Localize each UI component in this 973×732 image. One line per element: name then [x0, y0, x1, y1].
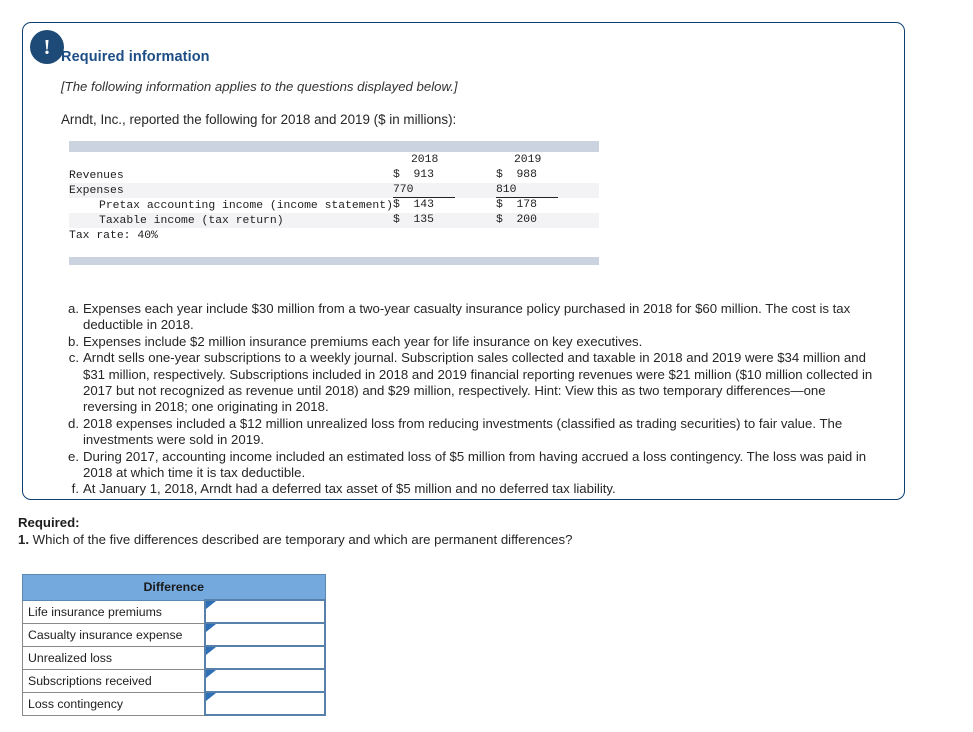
table-top-band — [69, 141, 599, 152]
dropdown-marker-icon — [206, 601, 216, 609]
dropdown-marker-icon — [206, 693, 216, 701]
fin-value: $ 988 — [495, 169, 537, 181]
table-row: Life insurance premiums — [22, 599, 326, 624]
list-item-text: During 2017, accounting income included … — [83, 448, 867, 481]
fin-col-2019: 2019 — [513, 154, 542, 166]
exclamation-icon: ! — [30, 30, 64, 64]
table-row: Unrealized loss — [22, 645, 326, 670]
fin-row-2018: 770 — [392, 183, 496, 198]
list-item: c. Arndt sells one-year subscriptions to … — [61, 350, 874, 416]
answer-dropdown-cell[interactable] — [204, 668, 326, 693]
fin-row-2018: $ 143 — [393, 198, 496, 213]
required-label: Required: — [18, 515, 80, 530]
question-text: Which of the five differences described … — [32, 532, 573, 547]
list-item: a. Expenses each year include $30 million… — [61, 301, 874, 334]
list-item-text: Expenses include $2 million insurance pr… — [83, 333, 643, 349]
table-row: Tax rate: 40% — [69, 228, 599, 243]
dropdown-marker-icon — [206, 624, 216, 632]
answer-dropdown-cell[interactable] — [204, 622, 326, 647]
fin-row-2018: $ 135 — [392, 213, 496, 228]
answer-row-label: Life insurance premiums — [22, 599, 205, 624]
answer-dropdown-cell[interactable] — [204, 599, 326, 624]
list-item-text: At January 1, 2018, Arndt had a deferred… — [83, 481, 616, 497]
fin-row-label: Pretax accounting income (income stateme… — [99, 199, 393, 212]
table-spacer — [69, 243, 599, 257]
answer-row-label: Casualty insurance expense — [22, 622, 205, 647]
list-item: e. During 2017, accounting income include… — [61, 449, 874, 482]
fin-value — [393, 237, 455, 238]
fin-row-label: Revenues — [69, 169, 124, 182]
table-row: Expenses 770 810 — [69, 183, 599, 198]
fin-col-2018: 2018 — [410, 154, 439, 166]
dropdown-marker-icon — [206, 670, 216, 678]
question-number: 1. — [18, 532, 29, 547]
table-row: Casualty insurance expense — [22, 622, 326, 647]
fin-row-label: Taxable income (tax return) — [69, 213, 393, 228]
table-row: Loss contingency — [22, 691, 326, 716]
notes-list: a. Expenses each year include $30 million… — [61, 301, 874, 498]
list-item-marker: b. — [68, 333, 79, 349]
list-item-marker: f. — [71, 481, 79, 497]
fin-value: $ 913 — [392, 169, 434, 181]
answer-row-label: Unrealized loss — [22, 645, 205, 670]
fin-row-label: Tax rate: 40% — [69, 229, 158, 242]
financial-data-table: 2018 2019 Revenues $ 913 $ 988 Expenses 770 810… — [69, 141, 599, 265]
fin-row-2019: $ 200 — [495, 213, 599, 228]
fin-row-2018: $ 913 — [393, 168, 496, 183]
fin-value: $ 178 — [495, 199, 537, 211]
table-row: Revenues $ 913 $ 988 — [69, 168, 599, 183]
applies-note: [The following information applies to th… — [61, 79, 458, 94]
dropdown-marker-icon — [206, 647, 216, 655]
fin-value: $ 200 — [495, 214, 537, 226]
fin-value: 770 — [392, 184, 455, 198]
page-title: Required information — [61, 49, 210, 65]
spacer — [69, 243, 599, 257]
answer-row-label: Loss contingency — [22, 691, 205, 716]
required-question: 1. Which of the five differences describ… — [18, 532, 918, 547]
table-row: Subscriptions received — [22, 668, 326, 693]
answer-dropdown-cell[interactable] — [204, 691, 326, 716]
intro-line: Arndt, Inc., reported the following for … — [61, 112, 457, 127]
fin-value: $ 143 — [392, 199, 434, 211]
answer-row-label: Subscriptions received — [22, 668, 205, 693]
fin-row-2018 — [393, 228, 496, 243]
fin-row-2019 — [496, 228, 599, 243]
list-item-text: 2018 expenses included a $12 million unr… — [83, 415, 843, 448]
fin-value — [496, 237, 558, 238]
list-item: b. Expenses include $2 million insurance … — [61, 334, 874, 350]
list-item: f. At January 1, 2018, Arndt had a deferr… — [61, 481, 874, 497]
column-header-difference: Difference — [22, 574, 326, 601]
fin-value: $ 135 — [392, 214, 434, 226]
table-row: Pretax accounting income (income stateme… — [69, 198, 599, 213]
table-bottom-band — [69, 257, 599, 265]
band — [69, 257, 599, 265]
difference-answer-table: Difference Life insurance premiums Casual… — [22, 574, 326, 716]
fin-row-2019: $ 988 — [496, 168, 599, 183]
list-item-text: Expenses each year include $30 million f… — [83, 301, 851, 333]
list-item: d. 2018 expenses included a $12 million u… — [61, 416, 874, 449]
fin-row-2019: $ 178 — [496, 198, 599, 213]
answer-dropdown-cell[interactable] — [204, 645, 326, 670]
band — [69, 141, 599, 152]
list-item-text: Arndt sells one-year subscriptions to a … — [83, 350, 873, 415]
required-section: Required: 1. Which of the five differenc… — [18, 515, 918, 547]
list-item-marker: d. — [68, 415, 79, 431]
required-information-card: ! Required information [The following in… — [22, 22, 905, 500]
fin-row-label: Expenses — [69, 183, 393, 198]
fin-value: 810 — [495, 184, 558, 198]
list-item-marker: a. — [68, 301, 79, 316]
list-item-marker: c. — [68, 350, 79, 366]
fin-row-2019: 810 — [495, 183, 599, 198]
fin-col-blank — [69, 152, 393, 168]
list-item-marker: e. — [68, 448, 79, 464]
table-header-row: Difference — [22, 574, 326, 601]
table-column-header-row: 2018 2019 — [69, 152, 599, 168]
card-body: Required information [The following info… — [23, 23, 904, 498]
table-row: Taxable income (tax return) $ 135 $ 200 — [69, 213, 599, 228]
